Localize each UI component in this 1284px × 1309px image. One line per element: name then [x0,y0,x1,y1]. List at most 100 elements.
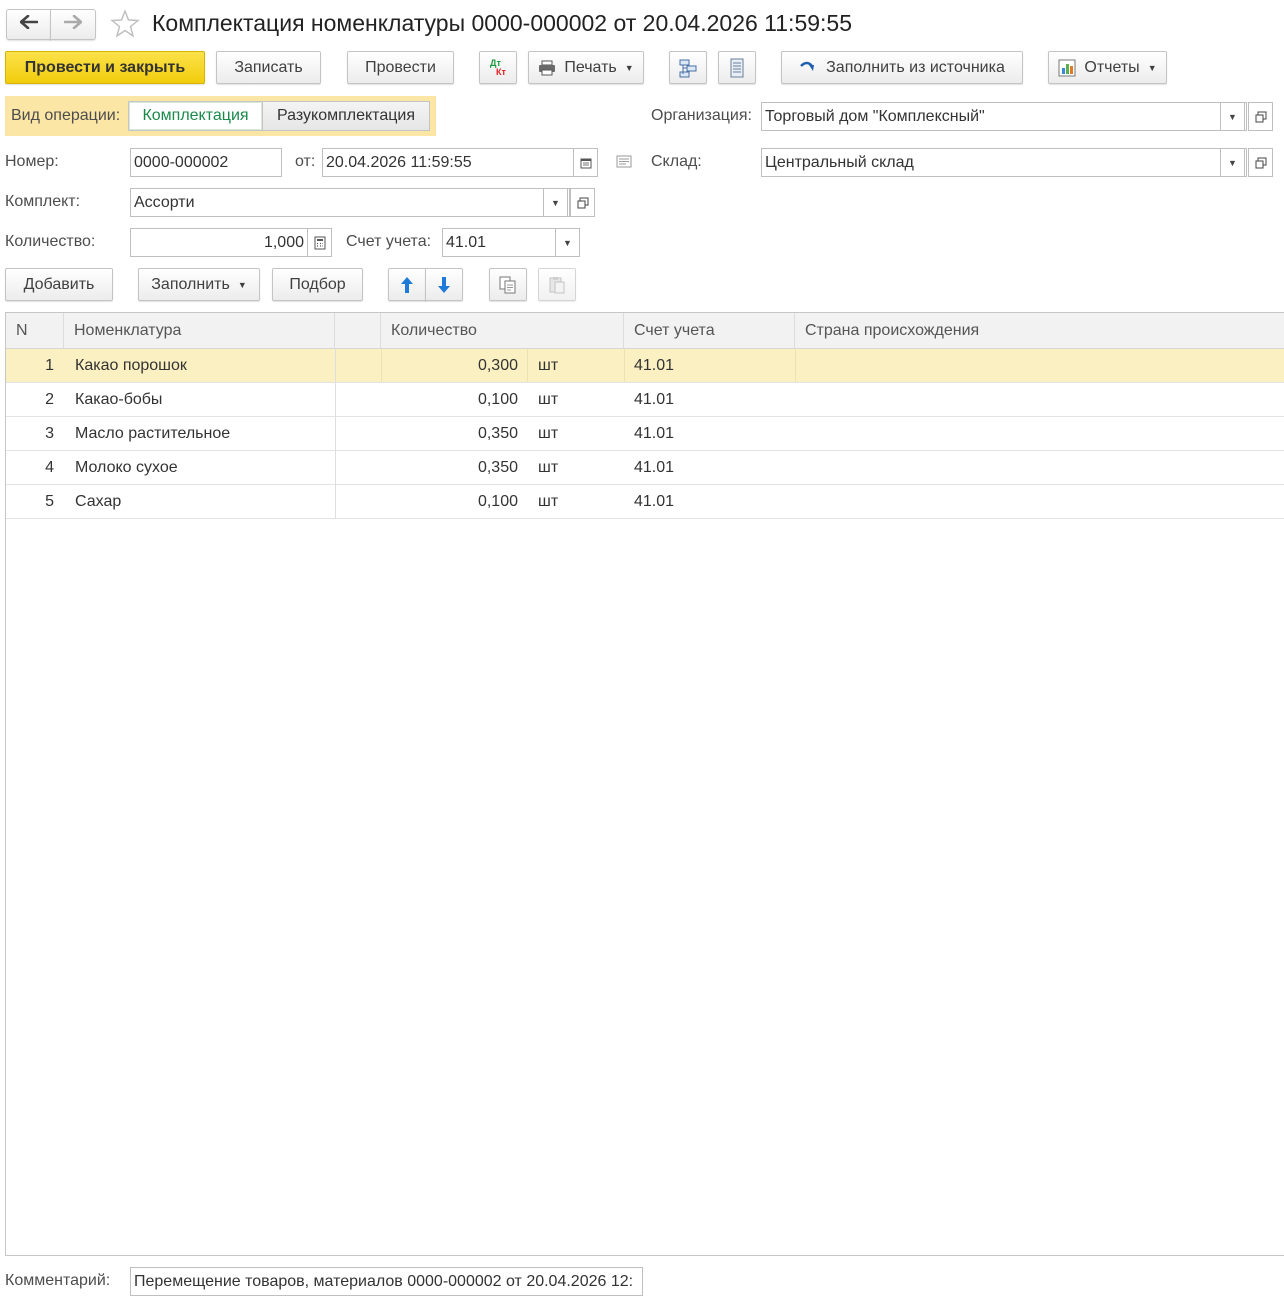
operation-option-kit[interactable]: Комплектация [129,102,263,130]
cell-divider [795,451,796,484]
fill-from-source-button[interactable]: Заполнить из источника [781,51,1023,84]
row-item-cell: Какао порошок [75,357,187,374]
cell-divider [527,383,528,416]
date-field[interactable]: 20.04.2026 11:59:55 [322,148,574,177]
chevron-down-icon: ▼ [1228,111,1237,122]
comment-field[interactable]: Перемещение товаров, материалов 0000-000… [130,1267,643,1296]
add-row-button[interactable]: Добавить [5,268,113,301]
table-header: N Номенклатура Количество Счет учета Стр… [6,313,1284,349]
table-row[interactable]: 2 Какао-бобы 0,100 шт 41.01 [6,383,1284,417]
report-chart-icon [1058,59,1076,77]
row-number-cell: 5 [45,493,54,510]
kit-field[interactable]: Ассорти [130,188,570,217]
account-field[interactable]: 41.01 [442,228,556,257]
hierarchy-icon [678,58,698,78]
column-divider [335,349,336,519]
fill-from-source-label: Заполнить из источника [826,58,1005,76]
row-country-cell [805,451,1275,484]
row-number-cell: 4 [45,459,54,476]
cell-divider [624,451,625,484]
organization-field[interactable]: Торговый дом "Комплексный" [761,102,1247,131]
back-button[interactable] [6,9,51,40]
column-header-quantity[interactable]: Количество [381,313,624,348]
open-window-icon [1255,111,1267,123]
row-account-cell: 41.01 [634,493,675,510]
operation-option-unkit[interactable]: Разукомплектация [263,102,429,130]
list-button[interactable] [718,51,756,84]
cell-divider [795,417,796,450]
fill-button[interactable]: Заполнить ▼ [138,268,260,301]
table-row[interactable]: 4 Молоко сухое 0,350 шт 41.01 [6,451,1284,485]
row-unit-cell: шт [538,357,559,374]
post-and-close-button[interactable]: Провести и закрыть [5,51,205,84]
row-item-cell: Молоко сухое [75,459,178,476]
calendar-icon [580,157,592,169]
organization-value: Торговый дом "Комплексный" [765,107,985,125]
column-header-n[interactable]: N [6,313,64,348]
kit-dropdown-button[interactable]: ▼ [543,188,568,217]
column-header-blank [335,313,381,348]
row-country-cell [805,417,1275,450]
organization-dropdown-button[interactable]: ▼ [1220,102,1245,131]
cell-divider [381,451,382,484]
copy-rows-button[interactable] [489,268,527,301]
row-unit-cell: шт [538,425,559,442]
column-header-country[interactable]: Страна происхождения [795,313,1284,348]
calculator-icon [314,236,326,250]
row-account-cell: 41.01 [634,425,675,442]
open-window-icon [1255,157,1267,169]
favorite-star-icon[interactable] [110,9,140,44]
column-header-item[interactable]: Номенклатура [64,313,335,348]
pick-button[interactable]: Подбор [272,268,363,301]
number-value: 0000-000002 [134,153,229,171]
cell-divider [624,485,625,518]
cell-divider [527,349,528,382]
refresh-arrow-icon [799,60,817,76]
print-button[interactable]: Печать ▼ [528,51,644,84]
structure-button[interactable] [669,51,707,84]
post-button[interactable]: Провести [347,51,454,84]
quantity-calculator-button[interactable] [307,228,332,257]
row-country-cell [805,485,1275,518]
kit-open-button[interactable] [570,188,595,217]
table-row[interactable]: 1 Какао порошок 0,300 шт 41.01 [6,349,1284,383]
move-down-button[interactable] [425,268,463,301]
account-value: 41.01 [446,233,487,251]
document-history-icon[interactable] [616,155,632,168]
column-header-account[interactable]: Счет учета [624,313,795,348]
operation-type-toggle: Комплектация Разукомплектация [128,101,430,131]
move-up-button[interactable] [388,268,426,301]
row-quantity-cell: 0,350 [477,425,518,442]
comment-label: Комментарий: [5,1272,111,1289]
forward-button[interactable] [50,9,96,40]
quantity-field[interactable]: 1,000 [130,228,308,257]
quantity-value: 1,000 [263,233,304,251]
cell-divider [381,383,382,416]
fill-button-label: Заполнить [151,275,230,293]
account-dropdown-button[interactable]: ▼ [555,228,580,257]
reports-button[interactable]: Отчеты ▼ [1048,51,1167,84]
table-row[interactable]: 5 Сахар 0,100 шт 41.01 [6,485,1284,519]
row-unit-cell: шт [538,493,559,510]
cell-divider [795,485,796,518]
organization-open-button[interactable] [1248,102,1273,131]
warehouse-field[interactable]: Центральный склад [761,148,1247,177]
operation-type-label: Вид операции: [11,107,121,124]
date-picker-button[interactable] [573,148,598,177]
row-quantity-cell: 0,350 [477,459,518,476]
kit-label: Комплект: [5,193,81,210]
row-number-cell: 1 [45,357,54,374]
row-unit-cell: шт [538,459,559,476]
save-button[interactable]: Записать [216,51,321,84]
paste-rows-button[interactable] [538,268,576,301]
warehouse-open-button[interactable] [1248,148,1273,177]
cell-divider [381,417,382,450]
number-field[interactable]: 0000-000002 [130,148,282,177]
warehouse-dropdown-button[interactable]: ▼ [1220,148,1245,177]
arrow-down-icon [437,276,451,294]
table-row[interactable]: 3 Масло растительное 0,350 шт 41.01 [6,417,1284,451]
row-country-cell [805,349,1275,382]
date-label: от: [295,153,316,170]
dt-kt-button[interactable]: Дт Кт [479,51,517,84]
printer-icon [538,60,556,76]
